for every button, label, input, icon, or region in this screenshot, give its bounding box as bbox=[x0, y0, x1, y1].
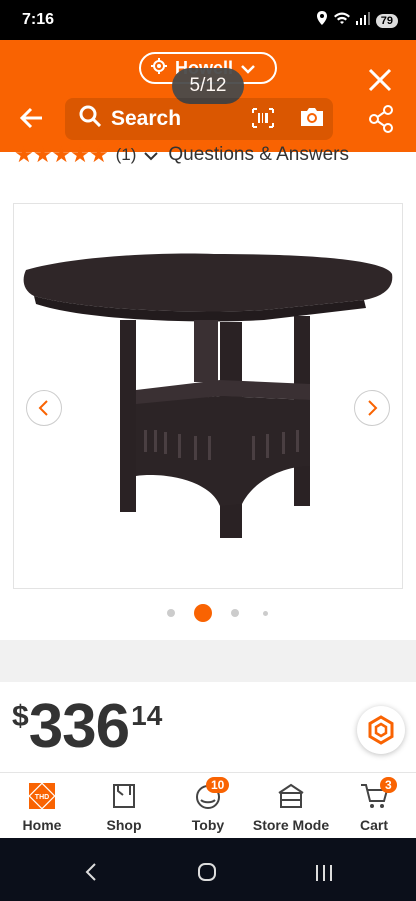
rating-row[interactable]: ★★★★★ (1) Questions & Answers bbox=[14, 144, 404, 166]
system-navigation-bar bbox=[0, 838, 416, 901]
hexagon-icon bbox=[368, 715, 394, 745]
nav-home-label: Home bbox=[22, 817, 62, 833]
previous-image-button[interactable] bbox=[26, 390, 62, 426]
status-time: 7:16 bbox=[22, 11, 55, 28]
toby-icon: 10 bbox=[168, 777, 248, 811]
section-divider bbox=[0, 640, 416, 682]
signal-icon bbox=[355, 11, 370, 30]
product-image bbox=[23, 253, 393, 538]
home-depot-logo-icon: THD bbox=[2, 781, 82, 811]
cart-badge: 3 bbox=[380, 777, 397, 793]
store-icon bbox=[250, 781, 332, 811]
location-icon bbox=[316, 11, 328, 30]
camera-icon[interactable] bbox=[299, 106, 325, 133]
search-icon bbox=[79, 105, 102, 133]
system-home-icon[interactable] bbox=[197, 862, 217, 887]
system-back-icon[interactable] bbox=[84, 862, 98, 887]
share-icon[interactable] bbox=[368, 105, 394, 138]
pagination-dot-active[interactable] bbox=[194, 604, 212, 622]
bottom-navigation: THD Home Shop 10 Toby Store Mode 3 Cart bbox=[0, 772, 416, 838]
product-image-gallery[interactable] bbox=[13, 203, 403, 589]
floating-action-button[interactable] bbox=[357, 706, 405, 754]
toby-badge: 10 bbox=[206, 777, 230, 793]
product-price: $ 336 14 bbox=[12, 694, 162, 760]
shop-icon bbox=[84, 781, 164, 811]
system-recents-icon[interactable] bbox=[314, 864, 334, 887]
app-header: Howell 5/12 Search bbox=[0, 40, 416, 152]
nav-home[interactable]: THD Home bbox=[2, 781, 82, 833]
nav-store-mode[interactable]: Store Mode bbox=[250, 781, 332, 833]
status-bar: 7:16 79 bbox=[0, 0, 416, 40]
close-icon[interactable] bbox=[366, 66, 394, 94]
nav-shop-label: Shop bbox=[106, 817, 142, 833]
price-cents: 14 bbox=[131, 700, 163, 731]
nav-store-mode-label: Store Mode bbox=[252, 817, 330, 833]
chevron-right-icon bbox=[368, 400, 378, 416]
chevron-down-icon bbox=[144, 148, 159, 166]
wifi-icon bbox=[333, 11, 350, 30]
battery-indicator: 79 bbox=[375, 13, 398, 28]
barcode-scan-icon[interactable] bbox=[252, 108, 274, 133]
search-bar[interactable]: Search bbox=[65, 98, 333, 140]
search-placeholder: Search bbox=[111, 107, 182, 130]
nav-cart-label: Cart bbox=[359, 817, 388, 833]
next-image-button[interactable] bbox=[354, 390, 390, 426]
questions-answers-link[interactable]: Questions & Answers bbox=[168, 144, 349, 166]
rating-stars: ★★★★★ bbox=[14, 144, 109, 166]
pagination-dot[interactable] bbox=[231, 609, 239, 617]
status-icons: 79 bbox=[316, 11, 398, 30]
pagination-dot[interactable] bbox=[167, 609, 175, 617]
cart-icon: 3 bbox=[334, 777, 414, 811]
gallery-pagination bbox=[0, 603, 416, 623]
location-pin-icon bbox=[151, 57, 167, 79]
nav-shop[interactable]: Shop bbox=[84, 781, 164, 833]
rating-count: (1) bbox=[115, 145, 137, 164]
chevron-left-icon bbox=[38, 400, 48, 416]
nav-toby[interactable]: 10 Toby bbox=[168, 777, 248, 833]
price-dollars: 336 bbox=[28, 692, 130, 761]
nav-cart[interactable]: 3 Cart bbox=[334, 777, 414, 833]
back-arrow-icon[interactable] bbox=[18, 104, 46, 132]
svg-text:THD: THD bbox=[35, 794, 49, 801]
nav-toby-label: Toby bbox=[191, 817, 225, 833]
pagination-dot[interactable] bbox=[263, 611, 268, 616]
chevron-down-icon bbox=[241, 58, 255, 79]
price-currency: $ bbox=[12, 700, 29, 733]
